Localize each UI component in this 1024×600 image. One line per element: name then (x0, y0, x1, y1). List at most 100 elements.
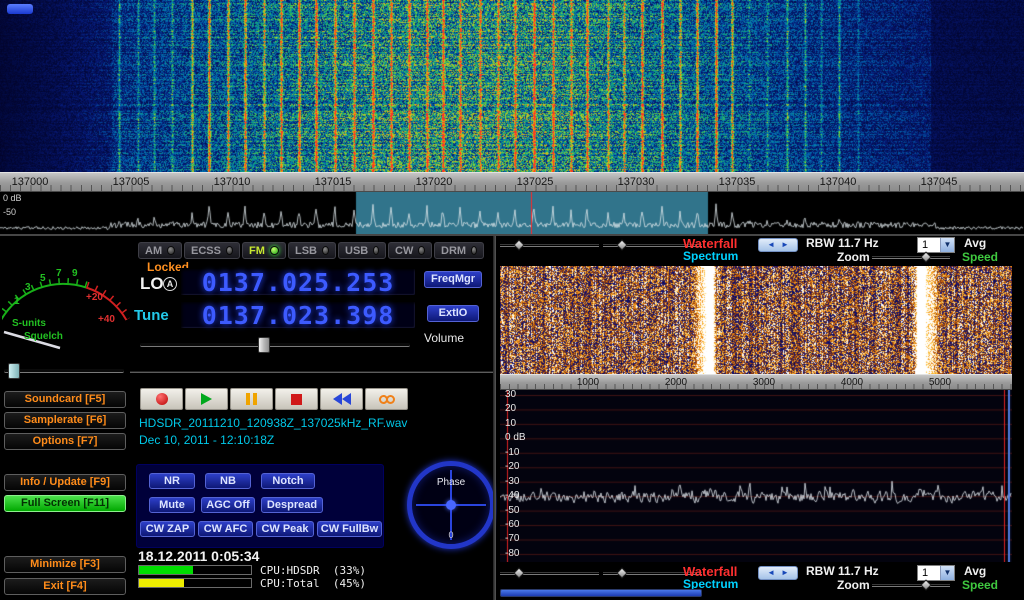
scale-label: 137020 (406, 176, 462, 188)
tune-frequency-display[interactable]: 0137.023.398 (180, 301, 416, 329)
speed-indicator-bar[interactable] (500, 589, 702, 597)
zoom-slider-thumb[interactable] (920, 251, 931, 262)
waterfall-brightness-slider[interactable] (500, 572, 599, 575)
shift-buttons[interactable]: ◄ ► (758, 238, 798, 252)
rf-spectrum-canvas[interactable] (0, 192, 1024, 234)
meter-tick-5: 5 (40, 273, 46, 284)
record-button[interactable] (140, 388, 183, 410)
db-label: -30 (505, 476, 519, 487)
zoom-slider[interactable] (872, 256, 950, 259)
mute-button[interactable]: Mute (149, 497, 195, 513)
scale-label: 137040 (810, 176, 866, 188)
dropdown-arrow-icon[interactable]: ▼ (940, 566, 954, 580)
cpu-total-bar-fill (139, 579, 184, 587)
meter-tick-7: 7 (56, 268, 62, 279)
scale-label: 137000 (2, 176, 58, 188)
record-icon (156, 393, 168, 405)
clock: 18.12.2011 0:05:34 (138, 548, 259, 564)
mode-usb[interactable]: USB (338, 242, 386, 259)
avg-select[interactable]: 1 ▼ (917, 565, 955, 581)
meter-tick-plus40: +40 (98, 314, 115, 325)
samplerate-button[interactable]: Samplerate [F6] (4, 412, 126, 429)
waterfall-contrast-thumb[interactable] (616, 567, 627, 578)
speed-label: Speed (962, 578, 998, 592)
audio-spectrum[interactable]: 30 20 10 0 dB -10 -20 -30 -40 -50 -60 -7… (500, 390, 1012, 562)
squelch-slider[interactable] (4, 368, 124, 373)
cw-afc-button[interactable]: CW AFC (198, 521, 253, 537)
dropdown-arrow-icon[interactable]: ▼ (940, 238, 954, 252)
waterfall-brightness-thumb[interactable] (513, 239, 524, 250)
mode-am[interactable]: AM (138, 242, 182, 259)
avg-select[interactable]: 1 ▼ (917, 237, 955, 253)
lo-frequency-display[interactable]: 0137.025.253 (180, 268, 416, 296)
minimize-button[interactable]: Minimize [F3] (4, 556, 126, 573)
left-arrow-icon[interactable]: ◄ (767, 241, 775, 249)
loop-icon (379, 395, 395, 404)
cpu-total-bar (138, 578, 252, 588)
agc-button[interactable]: AGC Off (201, 497, 255, 513)
shift-buttons[interactable]: ◄ ► (758, 566, 798, 580)
speed-label: Speed (962, 250, 998, 264)
db-label: -40 (505, 490, 519, 501)
mode-lsb-led (322, 246, 329, 255)
options-button[interactable]: Options [F7] (4, 433, 126, 450)
waterfall-brightness-slider[interactable] (500, 244, 599, 247)
despread-button[interactable]: Despread (261, 497, 323, 513)
audio-waterfall-canvas[interactable] (500, 266, 1012, 374)
soundcard-button[interactable]: Soundcard [F5] (4, 391, 126, 408)
mode-ecss[interactable]: ECSS (184, 242, 240, 259)
right-arrow-icon[interactable]: ► (781, 569, 789, 577)
volume-slider-thumb[interactable] (258, 337, 270, 353)
meter-sunits-label: S-units (12, 318, 46, 329)
extio-button[interactable]: ExtIO (427, 305, 479, 322)
mode-fm[interactable]: FM (242, 242, 286, 259)
fullscreen-button[interactable]: Full Screen [F11] (4, 495, 126, 512)
audio-controls-bottom: Waterfall ◄ ► RBW 11.7 Hz 1 ▼ Avg Spectr… (497, 564, 1024, 592)
volume-slider[interactable] (140, 342, 410, 347)
left-arrow-icon[interactable]: ◄ (767, 569, 775, 577)
avg-select-value: 1 (918, 238, 940, 252)
waterfall-brightness-thumb[interactable] (513, 567, 524, 578)
mode-drm[interactable]: DRM (434, 242, 484, 259)
freqmgr-button[interactable]: FreqMgr (424, 271, 482, 288)
meter-tick-3: 3 (25, 282, 31, 293)
zoom-slider[interactable] (872, 584, 950, 587)
nb-button[interactable]: NB (205, 473, 251, 489)
scale-label: 3000 (739, 377, 789, 388)
mode-cw[interactable]: CW (388, 242, 432, 259)
play-button[interactable] (185, 388, 228, 410)
db-label: 30 (505, 389, 516, 400)
scale-label: 5000 (915, 377, 965, 388)
loop-button[interactable] (365, 388, 408, 410)
waterfall-contrast-thumb[interactable] (616, 239, 627, 250)
zoom-label: Zoom (837, 250, 870, 264)
squelch-slider-thumb[interactable] (8, 363, 20, 379)
mode-lsb[interactable]: LSB (288, 242, 336, 259)
notch-button[interactable]: Notch (261, 473, 315, 489)
info-update-button[interactable]: Info / Update [F9] (4, 474, 126, 491)
right-arrow-icon[interactable]: ► (781, 241, 789, 249)
meter-tick-1: 1 (14, 296, 20, 307)
rewind-button[interactable] (320, 388, 363, 410)
zoom-slider-thumb[interactable] (920, 579, 931, 590)
pause-button[interactable] (230, 388, 273, 410)
cw-zap-button[interactable]: CW ZAP (140, 521, 195, 537)
pause-icon (246, 393, 257, 405)
rf-frequency-scale[interactable]: 137000 137005 137010 137015 137020 13702… (0, 172, 1024, 192)
stop-button[interactable] (275, 388, 318, 410)
nr-button[interactable]: NR (149, 473, 195, 489)
rf-waterfall-canvas[interactable] (0, 0, 1024, 172)
corner-marker (7, 4, 33, 14)
exit-button[interactable]: Exit [F4] (4, 578, 126, 595)
scale-label: 137015 (305, 176, 361, 188)
mode-drm-led (471, 246, 477, 255)
db-label: -10 (505, 447, 519, 458)
db-label: -60 (505, 519, 519, 530)
cw-peak-button[interactable]: CW Peak (256, 521, 314, 537)
rf-spectrum[interactable]: 0 dB -50 (0, 192, 1024, 234)
lo-a-badge[interactable]: A (163, 277, 177, 291)
meter-squelch-label: Squelch (24, 331, 63, 342)
audio-frequency-scale[interactable]: 1000 2000 3000 4000 5000 (500, 374, 1012, 390)
audio-spectrum-canvas[interactable] (500, 390, 1012, 562)
cw-fullbw-button[interactable]: CW FullBw (317, 521, 382, 537)
